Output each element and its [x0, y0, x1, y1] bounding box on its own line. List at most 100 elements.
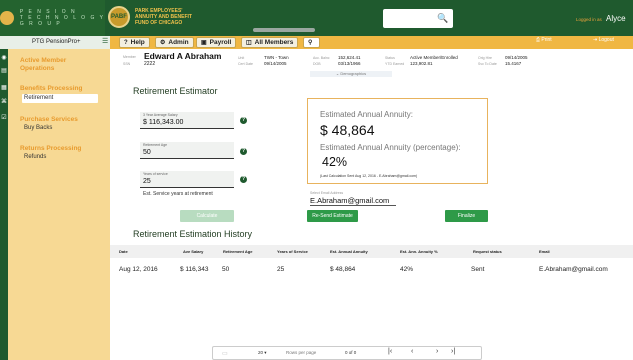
years-of-service-field[interactable]: Years of service 25 — [140, 171, 234, 188]
export-icon[interactable]: ▭ — [222, 350, 228, 357]
logged-in-label: Logged in as — [576, 17, 602, 22]
unit-label: Unit — [238, 56, 245, 60]
tab-all-members[interactable]: ◫ All Members — [241, 37, 299, 48]
cert-date-value: 09/14/2005 — [264, 61, 287, 66]
years-of-service-label: Years of service — [143, 172, 168, 176]
years-of-service-value: 25 — [143, 178, 151, 185]
svc-to-date-label: Svc To Date — [478, 62, 497, 66]
col-email[interactable]: Email — [539, 249, 550, 254]
row-email: E.Abraham@gmail.com — [539, 266, 608, 273]
tab-payroll[interactable]: ▣ Payroll — [196, 37, 237, 48]
dob-label: DOB — [313, 62, 321, 66]
ytd-label: YTD Earned — [385, 62, 405, 66]
tab-all-members-label: All Members — [254, 39, 294, 46]
orig-hire-value: 09/14/2005 — [505, 55, 528, 60]
email-select-value: E.Abraham@gmail.com — [310, 196, 390, 205]
app-name: PTG PensionPro+ — [0, 36, 110, 49]
col-est-annual-annuity[interactable]: Est. Annual Annuity — [330, 249, 368, 254]
user-search-icon[interactable]: 🔍 — [437, 13, 448, 24]
next-page-icon[interactable]: › — [436, 348, 438, 355]
row-ave-salary: $ 116,343 — [180, 266, 209, 273]
account-balance-value: 152,624.41 — [338, 55, 361, 60]
sidebar-item-retirement[interactable]: Retirement — [24, 95, 53, 101]
gear-icon: ⚙ — [160, 40, 166, 46]
status-label: Status — [385, 56, 395, 60]
sidebar-item-buy-backs[interactable]: Buy Backs — [24, 125, 52, 131]
email-select-label: Select Email Address — [310, 191, 344, 195]
resend-estimate-button[interactable]: Re-Send Estimate — [307, 210, 358, 222]
member-name: Edward A Abraham — [144, 51, 222, 61]
sidebar-heading-returns-processing[interactable]: Returns Processing — [20, 145, 81, 153]
member-name-label: Member — [123, 55, 136, 59]
retirement-age-value: 50 — [143, 149, 151, 156]
finalize-button[interactable]: Finalize — [445, 210, 488, 222]
svc-to-date-value: 15.4167 — [505, 61, 522, 66]
fund-name-line3: FUND OF CHICAGO — [135, 20, 183, 26]
col-est-ann-annuity-pct[interactable]: Est. Ann. Annuity % — [400, 249, 438, 254]
salary-value: $ 116,343.00 — [143, 119, 184, 126]
service-help-icon[interactable]: ? — [240, 176, 247, 183]
last-page-icon[interactable]: ›| — [451, 348, 455, 355]
check-icon[interactable]: ☑ — [1, 115, 7, 121]
member-id: 2222 — [144, 61, 156, 67]
annuity-pct-value: 42% — [322, 155, 348, 169]
annuity-label: Estimated Annual Annuity: — [320, 110, 413, 119]
grid-icon[interactable]: ▤ — [1, 68, 7, 74]
row-est-annual-annuity: $ 48,864 — [330, 266, 356, 273]
demographics-toggle[interactable]: ⌄ Demographics — [310, 71, 392, 77]
payroll-icon: ▣ — [201, 40, 207, 46]
calendar-icon[interactable]: ▦ — [1, 85, 7, 91]
history-title: Retirement Estimation History — [133, 229, 253, 239]
col-years-of-service[interactable]: Years of Service — [277, 249, 308, 254]
sidebar-heading-benefits-processing[interactable]: Benefits Processing — [20, 85, 83, 93]
member-id-label: SSN — [123, 62, 131, 66]
calculate-button[interactable]: Calculate — [180, 210, 234, 222]
salary-field[interactable]: 3 Year Average Salary $ 116,343.00 — [140, 112, 234, 129]
status-value: Active Member/Enrolled — [410, 55, 458, 60]
logout-button[interactable]: ⇥ Logout — [593, 37, 614, 43]
row-years-of-service: 25 — [277, 266, 285, 273]
brand-text: P E N S I O N T E C H N O L O G Y G R O … — [19, 9, 105, 27]
tab-help[interactable]: ? Help — [119, 37, 150, 48]
pension-tech-logo[interactable]: P E N S I O N T E C H N O L O G Y G R O … — [0, 0, 105, 36]
fund-logo[interactable]: PABF PARK EMPLOYEES' ANNUITY AND BENEFIT… — [108, 6, 192, 28]
sidebar-item-active-member-operations[interactable]: Active Member Operations — [20, 57, 100, 73]
sidebar-heading-purchase-services[interactable]: Purchase Services — [20, 116, 78, 124]
salary-label: 3 Year Average Salary — [143, 113, 178, 117]
tab-member-search[interactable]: ⚲ — [303, 37, 321, 48]
sidebar-item-refunds[interactable]: Refunds — [24, 154, 46, 160]
tab-admin-label: Admin — [168, 39, 189, 46]
row-request-status: Sent — [471, 266, 485, 273]
icon-rail: ◉ ▤ ▦ ⌘ ☑ — [0, 49, 8, 360]
fund-seal-icon: PABF — [108, 6, 130, 28]
first-page-icon[interactable]: |‹ — [388, 348, 392, 355]
pin-icon: ⚲ — [308, 40, 313, 46]
rows-per-page-label: Rows per page — [286, 350, 317, 355]
ytd-value: 123,902.81 — [410, 61, 433, 66]
members-icon: ◫ — [246, 40, 252, 46]
dob-value: 03/13/1966 — [338, 61, 361, 66]
tab-help-label: Help — [130, 39, 145, 46]
logo-icon — [0, 11, 14, 25]
salary-help-icon[interactable]: ? — [240, 117, 247, 124]
unit-value: TWN - Town — [264, 55, 289, 60]
col-retirement-age[interactable]: Retirement Age — [223, 249, 252, 254]
col-date[interactable]: Date — [119, 249, 128, 254]
col-ave-salary[interactable]: Ave Salary — [183, 249, 203, 254]
cut-icon[interactable]: ⌘ — [1, 99, 7, 105]
user-name[interactable]: Alyce — [606, 14, 626, 23]
tab-admin[interactable]: ⚙ Admin — [155, 37, 194, 48]
age-help-icon[interactable]: ? — [240, 148, 247, 155]
col-request-status[interactable]: Request status — [473, 249, 502, 254]
page-size-select[interactable]: 20 ▾ — [258, 350, 267, 356]
prev-page-icon[interactable]: ‹ — [411, 348, 413, 355]
menu-toggle-icon[interactable]: ☰ — [102, 37, 108, 45]
last-calc-note: (Last Calculation Sent Aug 12, 2016 - E.… — [320, 174, 418, 178]
print-button[interactable]: ⎙ Print — [536, 37, 552, 43]
estimator-title: Retirement Estimator — [133, 86, 218, 96]
account-icon[interactable]: ◉ — [1, 55, 7, 61]
retirement-age-field[interactable]: Retirement Age 50 — [140, 142, 234, 159]
email-select[interactable]: Select Email Address E.Abraham@gmail.com — [310, 191, 396, 206]
annuity-pct-label: Estimated Annual Annuity (percentage): — [320, 143, 461, 152]
page-range: 0 of 0 — [345, 350, 357, 355]
